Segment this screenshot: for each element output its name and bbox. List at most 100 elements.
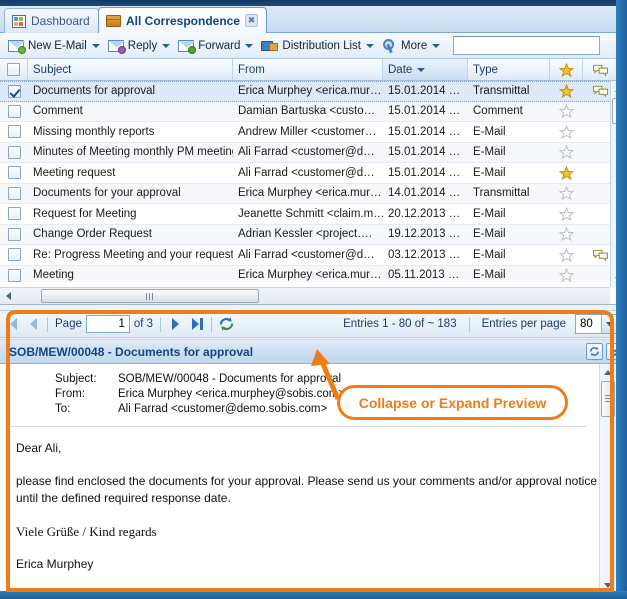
close-icon[interactable]: ✖	[245, 14, 258, 27]
row-star-cell[interactable]	[550, 163, 583, 183]
table-row[interactable]: Missing monthly reportsAndrew Miller <cu…	[0, 122, 627, 143]
refresh-button[interactable]	[215, 313, 237, 335]
more-caret-icon[interactable]	[432, 44, 440, 48]
entries-per-page-select[interactable]: 80	[575, 314, 619, 334]
preview-greeting: Dear Ali,	[16, 440, 611, 457]
row-checkbox[interactable]	[8, 85, 21, 98]
grid-header-flag[interactable]	[550, 59, 583, 80]
row-checkbox[interactable]	[8, 248, 21, 261]
row-star-cell[interactable]	[550, 143, 583, 163]
row-checkbox-cell[interactable]	[0, 266, 28, 283]
grid-header-comment[interactable]	[583, 59, 616, 80]
grid-horizontal-scrollbar[interactable]	[0, 287, 610, 304]
row-checkbox[interactable]	[8, 146, 21, 159]
row-checkbox[interactable]	[8, 207, 21, 220]
tab-dashboard[interactable]: Dashboard	[4, 8, 99, 33]
dashboard-icon	[12, 15, 26, 28]
row-star-cell[interactable]	[550, 266, 583, 283]
star-icon[interactable]	[559, 104, 574, 118]
star-icon[interactable]	[559, 186, 574, 200]
row-checkbox[interactable]	[8, 125, 21, 138]
previous-page-button[interactable]	[22, 313, 44, 335]
more-button[interactable]: More	[379, 35, 430, 57]
row-checkbox-cell[interactable]	[0, 204, 28, 224]
row-checkbox[interactable]	[8, 269, 21, 282]
preview-vscroll-thumb[interactable]	[601, 381, 615, 417]
new-email-button[interactable]: New E-Mail	[5, 35, 90, 57]
row-checkbox-cell[interactable]	[0, 225, 28, 245]
tab-all-correspondence[interactable]: All Correspondence ✖	[98, 7, 267, 33]
row-star-cell[interactable]	[550, 184, 583, 204]
row-star-cell[interactable]	[550, 82, 583, 101]
comment-icon[interactable]	[592, 248, 608, 262]
next-page-button[interactable]	[164, 313, 186, 335]
preview-refresh-button[interactable]	[586, 343, 603, 360]
last-page-button[interactable]	[186, 313, 208, 335]
star-icon[interactable]	[559, 207, 574, 221]
reply-caret-icon[interactable]	[162, 44, 170, 48]
row-checkbox[interactable]	[8, 187, 21, 200]
star-icon[interactable]	[559, 125, 574, 139]
star-icon[interactable]	[559, 145, 574, 159]
table-row[interactable]: Request for MeetingJeanette Schmitt <cla…	[0, 204, 627, 225]
table-row[interactable]: Documents for your approvalErica Murphey…	[0, 184, 627, 205]
distribution-list-caret-icon[interactable]	[366, 44, 374, 48]
tab-all-correspondence-label: All Correspondence	[126, 14, 240, 28]
table-row[interactable]: Change Order RequestAdrian Kessler <proj…	[0, 225, 627, 246]
scroll-left-arrow-icon[interactable]	[0, 289, 16, 304]
table-row[interactable]: Minutes of Meeting monthly PM meetingAli…	[0, 143, 627, 164]
preview-title: SOB/MEW/00048 - Documents for approval	[9, 345, 253, 359]
row-checkbox-cell[interactable]	[0, 143, 28, 163]
row-star-cell[interactable]	[550, 122, 583, 142]
distribution-list-button[interactable]: Distribution List	[258, 35, 364, 57]
row-checkbox[interactable]	[8, 228, 21, 241]
row-date: 14.01.2014 …	[383, 184, 468, 204]
row-star-cell[interactable]	[550, 102, 583, 122]
row-checkbox[interactable]	[8, 166, 21, 179]
preview-scroll-up-arrow-icon[interactable]	[600, 364, 616, 380]
grid-header-type[interactable]: Type	[468, 59, 550, 80]
star-icon[interactable]	[559, 84, 574, 98]
row-date: 20.12.2013 …	[383, 204, 468, 224]
row-date: 05.11.2013 …	[383, 266, 468, 283]
table-row[interactable]: Re: Progress Meeting and your request…Al…	[0, 245, 627, 266]
grid-header-subject[interactable]: Subject	[28, 59, 233, 80]
table-row[interactable]: Documents for approvalErica Murphey <eri…	[0, 81, 627, 102]
more-label: More	[401, 40, 427, 52]
search-box[interactable]	[453, 36, 600, 55]
grid-header-subject-label: Subject	[33, 64, 71, 76]
row-checkbox-cell[interactable]	[0, 122, 28, 142]
grid-hscroll-thumb[interactable]	[41, 289, 259, 303]
annotation-text: Collapse or Expand Preview	[359, 395, 547, 411]
row-checkbox-cell[interactable]	[0, 82, 28, 101]
row-checkbox[interactable]	[8, 105, 21, 118]
first-page-button[interactable]	[0, 313, 22, 335]
preview-vertical-scrollbar[interactable]	[599, 364, 616, 593]
row-checkbox-cell[interactable]	[0, 184, 28, 204]
row-subject: Request for Meeting	[28, 204, 233, 224]
comment-icon[interactable]	[592, 84, 608, 98]
row-star-cell[interactable]	[550, 225, 583, 245]
forward-button[interactable]: Forward	[175, 35, 243, 57]
row-checkbox-cell[interactable]	[0, 245, 28, 265]
table-row[interactable]: Meeting requestAli Farrad <customer@d…15…	[0, 163, 627, 184]
grid-header-date[interactable]: Date	[383, 59, 468, 80]
reply-button[interactable]: Reply	[105, 35, 160, 57]
table-row[interactable]: CommentDamian Bartuska <custo…15.01.2014…	[0, 102, 627, 123]
row-checkbox-cell[interactable]	[0, 163, 28, 183]
search-input[interactable]	[454, 37, 599, 54]
star-icon[interactable]	[559, 166, 574, 180]
grid-header-select-all[interactable]	[0, 59, 28, 80]
forward-caret-icon[interactable]	[245, 44, 253, 48]
row-star-cell[interactable]	[550, 204, 583, 224]
row-checkbox-cell[interactable]	[0, 102, 28, 122]
star-icon[interactable]	[559, 268, 574, 282]
table-row[interactable]: MeetingErica Murphey <erica.mur…05.11.20…	[0, 266, 627, 283]
star-icon[interactable]	[559, 248, 574, 262]
select-all-checkbox[interactable]	[7, 63, 20, 76]
star-icon[interactable]	[559, 227, 574, 241]
page-number-input[interactable]	[86, 315, 130, 333]
grid-header-from[interactable]: From	[233, 59, 383, 80]
new-email-caret-icon[interactable]	[92, 44, 100, 48]
row-star-cell[interactable]	[550, 245, 583, 265]
